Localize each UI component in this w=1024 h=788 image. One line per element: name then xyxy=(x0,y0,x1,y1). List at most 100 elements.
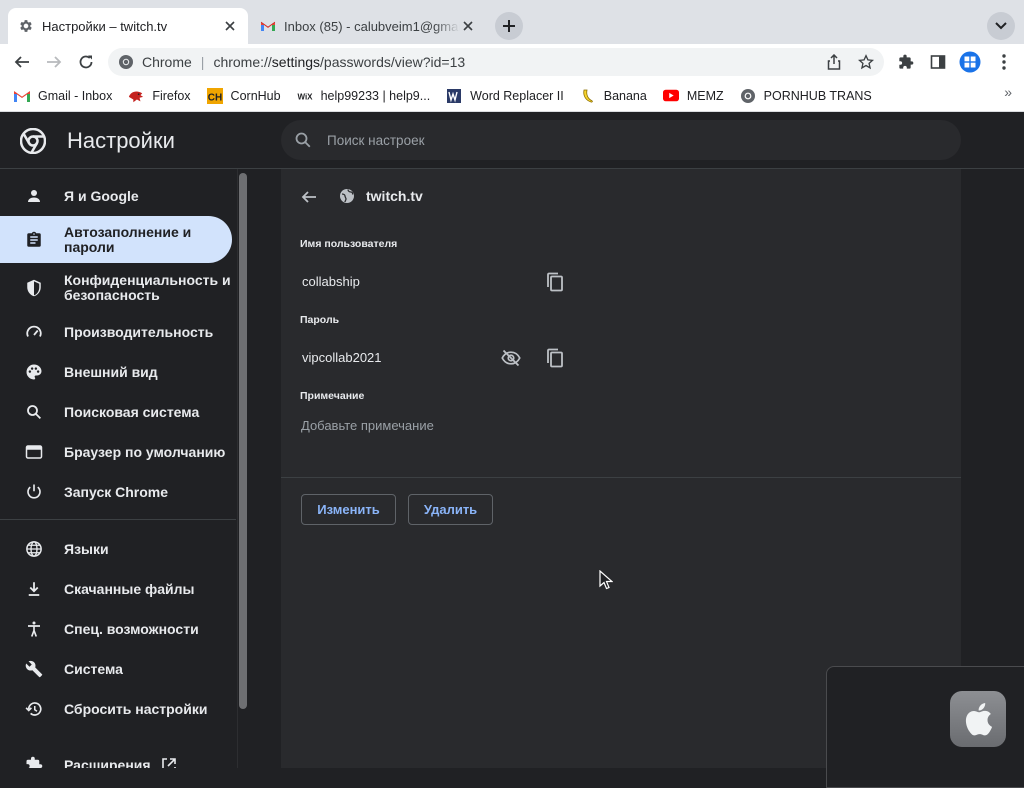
search-input[interactable] xyxy=(325,131,929,149)
palette-icon xyxy=(24,362,44,382)
password-label: Пароль xyxy=(300,314,340,326)
sidebar-item-search-engine[interactable]: Поисковая система xyxy=(0,398,232,426)
tab-title: Настройки – twitch.tv xyxy=(42,18,168,34)
youtube-icon xyxy=(662,88,679,104)
bookmark-label: Firefox xyxy=(152,88,191,103)
arrow-left-icon xyxy=(301,189,317,205)
sidebar-item-you-and-google[interactable]: Я и Google xyxy=(0,182,232,210)
cornhub-icon: CH xyxy=(206,87,223,104)
delete-button[interactable]: Удалить xyxy=(408,494,493,525)
profile-avatar-icon xyxy=(959,51,981,73)
copy-icon xyxy=(546,348,564,368)
tab-inbox[interactable]: Inbox (85) - calubveim1@gmail.com xyxy=(250,8,486,44)
note-label: Примечание xyxy=(300,390,365,402)
sidebar-item-privacy[interactable]: Конфиденциальность и безопасность xyxy=(0,271,232,305)
sidebar-item-reset[interactable]: Сбросить настройки xyxy=(0,695,232,723)
speedometer-icon xyxy=(24,322,44,342)
back-button[interactable] xyxy=(8,48,36,76)
tab-strip: Настройки – twitch.tv Inbox (85) - calub… xyxy=(0,0,1024,44)
sidebar-item-label: Расширения xyxy=(64,756,151,768)
site-name: twitch.tv xyxy=(366,188,423,204)
side-panel-icon xyxy=(930,54,946,70)
word-replacer-icon xyxy=(446,88,462,104)
bookmark-gmail[interactable]: Gmail - Inbox xyxy=(8,84,118,108)
new-tab-button[interactable] xyxy=(495,12,523,40)
forward-button[interactable] xyxy=(40,48,68,76)
tab-title: Inbox (85) - calubveim1@gmail.com xyxy=(284,18,460,34)
bookmark-pornhub-trans[interactable]: PORNHUB TRANS xyxy=(734,84,878,108)
sidebar-item-label: Внешний вид xyxy=(64,363,158,380)
bookmark-star-button[interactable] xyxy=(852,48,880,76)
tab-search-button[interactable] xyxy=(987,12,1015,40)
clipboard-icon xyxy=(24,230,44,250)
address-bar[interactable]: Chrome | chrome://settings/passwords/vie… xyxy=(108,48,884,76)
copy-password-button[interactable] xyxy=(541,344,569,372)
bookmark-label: Word Replacer II xyxy=(470,88,564,103)
bookmark-memz[interactable]: MEMZ xyxy=(657,84,730,108)
bookmark-label: Gmail - Inbox xyxy=(38,88,113,103)
sidebar-item-appearance[interactable]: Внешний вид xyxy=(0,358,232,386)
copy-icon xyxy=(546,272,564,292)
menu-button[interactable] xyxy=(990,48,1018,76)
profile-button[interactable] xyxy=(956,48,984,76)
bookmark-help99233[interactable]: WiX help99233 | help9... xyxy=(291,84,437,108)
accessibility-icon xyxy=(24,619,44,639)
bookmarks-overflow-button[interactable]: » xyxy=(1004,84,1012,100)
firefox-icon xyxy=(128,88,144,104)
close-icon[interactable] xyxy=(222,18,238,34)
edit-button[interactable]: Изменить xyxy=(301,494,396,525)
sidebar-scrollbar-thumb[interactable] xyxy=(239,173,247,709)
browser-icon xyxy=(24,442,44,462)
sidebar-divider xyxy=(0,519,236,520)
sidebar-item-label: Конфиденциальность и безопасность xyxy=(64,272,231,303)
sidebar-item-accessibility[interactable]: Спец. возможности xyxy=(0,615,232,643)
sidebar-item-label: Браузер по умолчанию xyxy=(64,443,226,460)
sidebar-item-autofill[interactable]: Автозаполнение и пароли xyxy=(0,216,232,263)
person-icon xyxy=(24,186,44,206)
share-icon xyxy=(827,54,841,70)
download-icon xyxy=(24,579,44,599)
url-path: /passwords/view?id=13 xyxy=(320,54,466,70)
apple-app-button[interactable] xyxy=(950,691,1006,747)
tab-settings[interactable]: Настройки – twitch.tv xyxy=(8,8,248,44)
settings-sidebar: Я и Google Автозаполнение и пароли Конфи… xyxy=(0,169,236,768)
sidebar-item-extensions[interactable]: Расширения xyxy=(0,751,232,768)
globe-icon xyxy=(339,188,355,204)
extensions-button[interactable] xyxy=(892,48,920,76)
sidebar-item-downloads[interactable]: Скачанные файлы xyxy=(0,575,232,603)
side-panel-button[interactable] xyxy=(924,48,952,76)
password-value[interactable]: vipcollab2021 xyxy=(302,350,382,365)
sidebar-item-label: Система xyxy=(64,660,123,677)
copy-username-button[interactable] xyxy=(541,268,569,296)
url-scheme: chrome:// xyxy=(213,54,272,70)
bookmark-firefox[interactable]: Firefox xyxy=(122,84,196,108)
sidebar-item-label: Скачанные файлы xyxy=(64,580,195,597)
sidebar-item-label: Производительность xyxy=(64,323,214,340)
gmail-icon xyxy=(14,88,30,104)
hide-password-button[interactable] xyxy=(497,344,525,372)
note-field[interactable]: Добавьте примечание xyxy=(301,418,434,433)
sidebar-item-performance[interactable]: Производительность xyxy=(0,318,232,346)
share-button[interactable] xyxy=(820,48,848,76)
reload-button[interactable] xyxy=(72,48,100,76)
sidebar-item-on-startup[interactable]: Запуск Chrome xyxy=(0,478,232,506)
bookmark-word-replacer[interactable]: Word Replacer II xyxy=(440,84,570,108)
close-icon[interactable] xyxy=(460,18,476,34)
back-arrow-button[interactable] xyxy=(296,184,322,210)
username-value[interactable]: collabship xyxy=(302,274,360,289)
bookmark-banana[interactable]: Banana xyxy=(574,84,653,108)
sidebar-item-label: Поисковая система xyxy=(64,403,200,420)
bookmarks-bar: Gmail - Inbox Firefox CH CornHub WiX hel… xyxy=(0,80,1024,112)
bookmark-label: help99233 | help9... xyxy=(320,88,431,103)
sidebar-item-languages[interactable]: Языки xyxy=(0,535,232,563)
language-icon xyxy=(24,539,44,559)
gear-icon xyxy=(18,18,34,34)
chevron-down-icon xyxy=(995,22,1007,30)
sidebar-item-default-browser[interactable]: Браузер по умолчанию xyxy=(0,438,232,466)
page-title: Настройки xyxy=(67,128,175,153)
chrome-logo-icon xyxy=(20,128,46,154)
settings-search[interactable] xyxy=(281,120,961,160)
omnibox-chip: Chrome xyxy=(142,54,192,70)
bookmark-cornhub[interactable]: CH CornHub xyxy=(201,84,287,108)
sidebar-item-system[interactable]: Система xyxy=(0,655,232,683)
